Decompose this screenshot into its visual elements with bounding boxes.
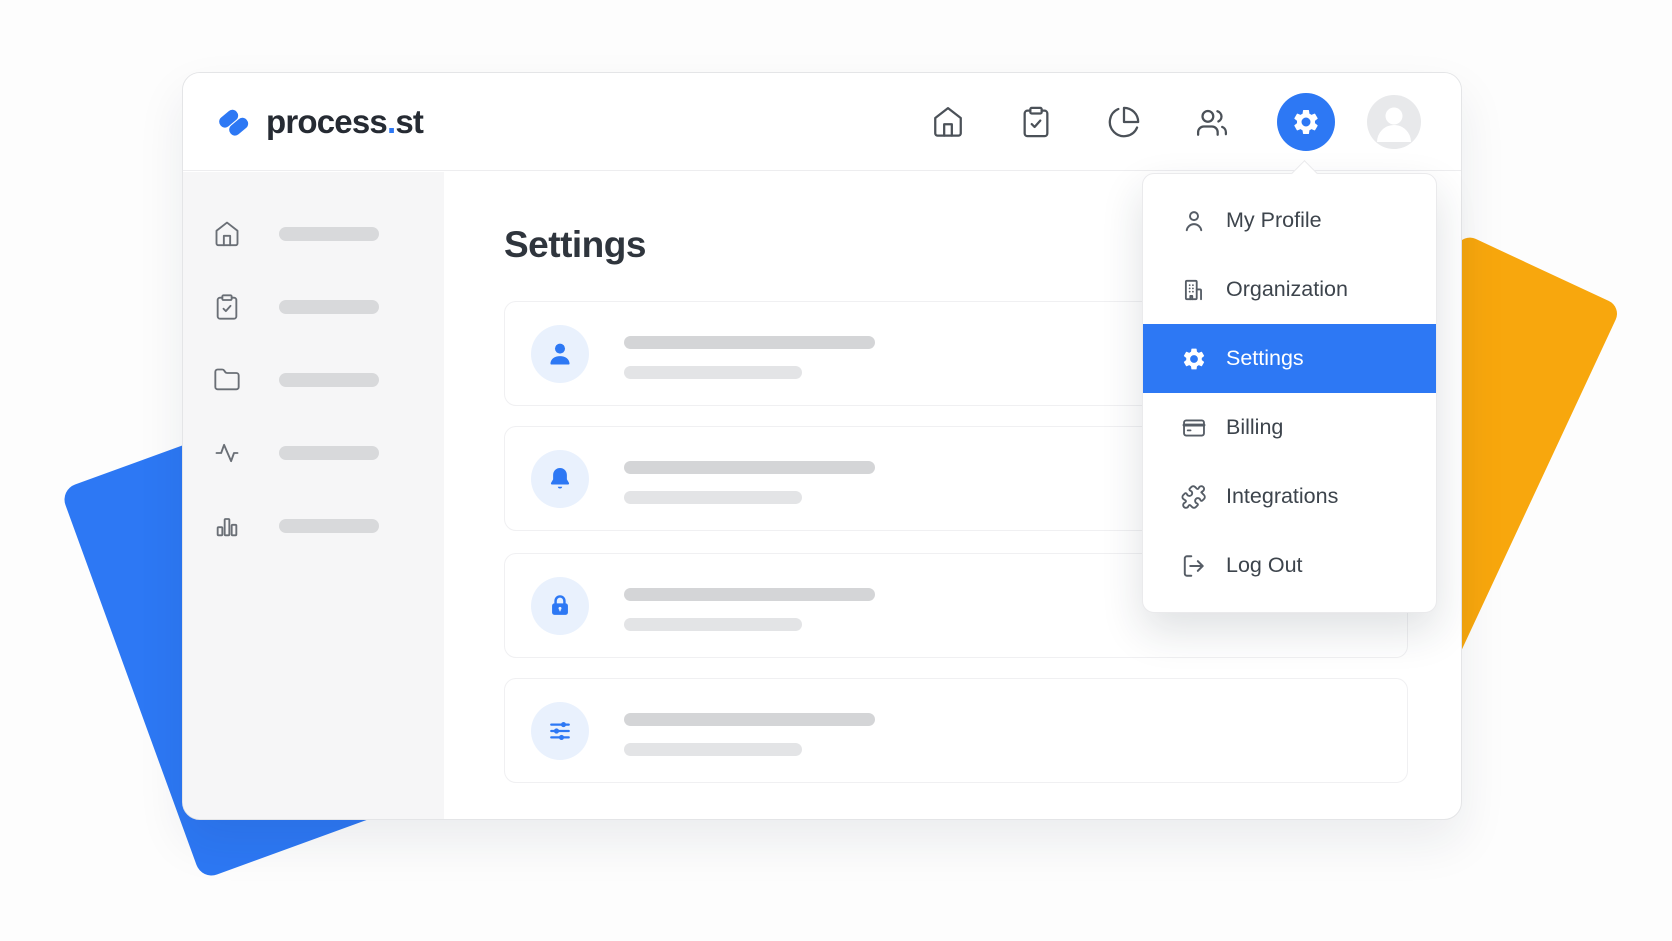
avatar[interactable] — [1367, 95, 1421, 149]
menu-item-label: Log Out — [1226, 553, 1303, 578]
home-icon[interactable] — [931, 105, 965, 139]
lock-icon — [531, 577, 589, 635]
sidebar — [183, 172, 444, 819]
placeholder-bar — [279, 300, 379, 314]
placeholder-bar — [624, 713, 875, 726]
user-icon — [1181, 208, 1207, 234]
menu-item-label: Organization — [1226, 277, 1348, 302]
puzzle-icon — [1181, 484, 1207, 510]
brand-logo: process.st — [213, 102, 423, 142]
sliders-icon — [531, 702, 589, 760]
menu-item-log-out[interactable]: Log Out — [1143, 531, 1436, 600]
credit-card-icon — [1181, 415, 1207, 441]
folder-icon — [213, 366, 241, 394]
users-icon[interactable] — [1195, 105, 1229, 139]
sidebar-item-checklists[interactable] — [183, 293, 444, 321]
page-canvas: process.st — [0, 0, 1672, 941]
menu-item-organization[interactable]: Organization — [1143, 255, 1436, 324]
placeholder-bar — [624, 366, 802, 379]
header-nav — [931, 93, 1421, 151]
bell-icon — [531, 450, 589, 508]
sidebar-item-home[interactable] — [183, 220, 444, 248]
app-header: process.st — [183, 73, 1461, 171]
log-out-icon — [1181, 553, 1207, 579]
gear-icon — [1181, 346, 1207, 372]
menu-item-my-profile[interactable]: My Profile — [1143, 186, 1436, 255]
menu-item-label: Billing — [1226, 415, 1283, 440]
menu-item-billing[interactable]: Billing — [1143, 393, 1436, 462]
menu-item-integrations[interactable]: Integrations — [1143, 462, 1436, 531]
menu-item-label: Integrations — [1226, 484, 1338, 509]
menu-item-label: Settings — [1226, 346, 1304, 371]
bar-chart-icon — [213, 512, 241, 540]
settings-section-preferences[interactable] — [504, 678, 1408, 783]
process-st-logo-mark-icon — [213, 102, 253, 142]
placeholder-bar — [624, 461, 875, 474]
clipboard-check-icon[interactable] — [1019, 105, 1053, 139]
sidebar-item-activity[interactable] — [183, 439, 444, 467]
placeholder-bar — [279, 519, 379, 533]
pie-chart-icon[interactable] — [1107, 105, 1141, 139]
menu-item-settings[interactable]: Settings — [1143, 324, 1436, 393]
gear-icon[interactable] — [1277, 93, 1335, 151]
building-icon — [1181, 277, 1207, 303]
placeholder-bar — [624, 618, 802, 631]
page-title: Settings — [504, 223, 646, 267]
user-icon — [531, 325, 589, 383]
placeholder-bar — [624, 588, 875, 601]
placeholder-bar — [279, 373, 379, 387]
sidebar-item-reports[interactable] — [183, 512, 444, 540]
placeholder-bar — [624, 336, 875, 349]
placeholder-bar — [624, 491, 802, 504]
clipboard-check-icon — [213, 293, 241, 321]
sidebar-item-folders[interactable] — [183, 366, 444, 394]
home-icon — [213, 220, 241, 248]
placeholder-bar — [279, 446, 379, 460]
activity-icon — [213, 439, 241, 467]
brand-logo-text: process.st — [266, 103, 423, 141]
settings-dropdown-menu: My Profile Organization Settings Billing — [1142, 173, 1437, 613]
placeholder-bar — [279, 227, 379, 241]
menu-item-label: My Profile — [1226, 208, 1322, 233]
placeholder-bar — [624, 743, 802, 756]
